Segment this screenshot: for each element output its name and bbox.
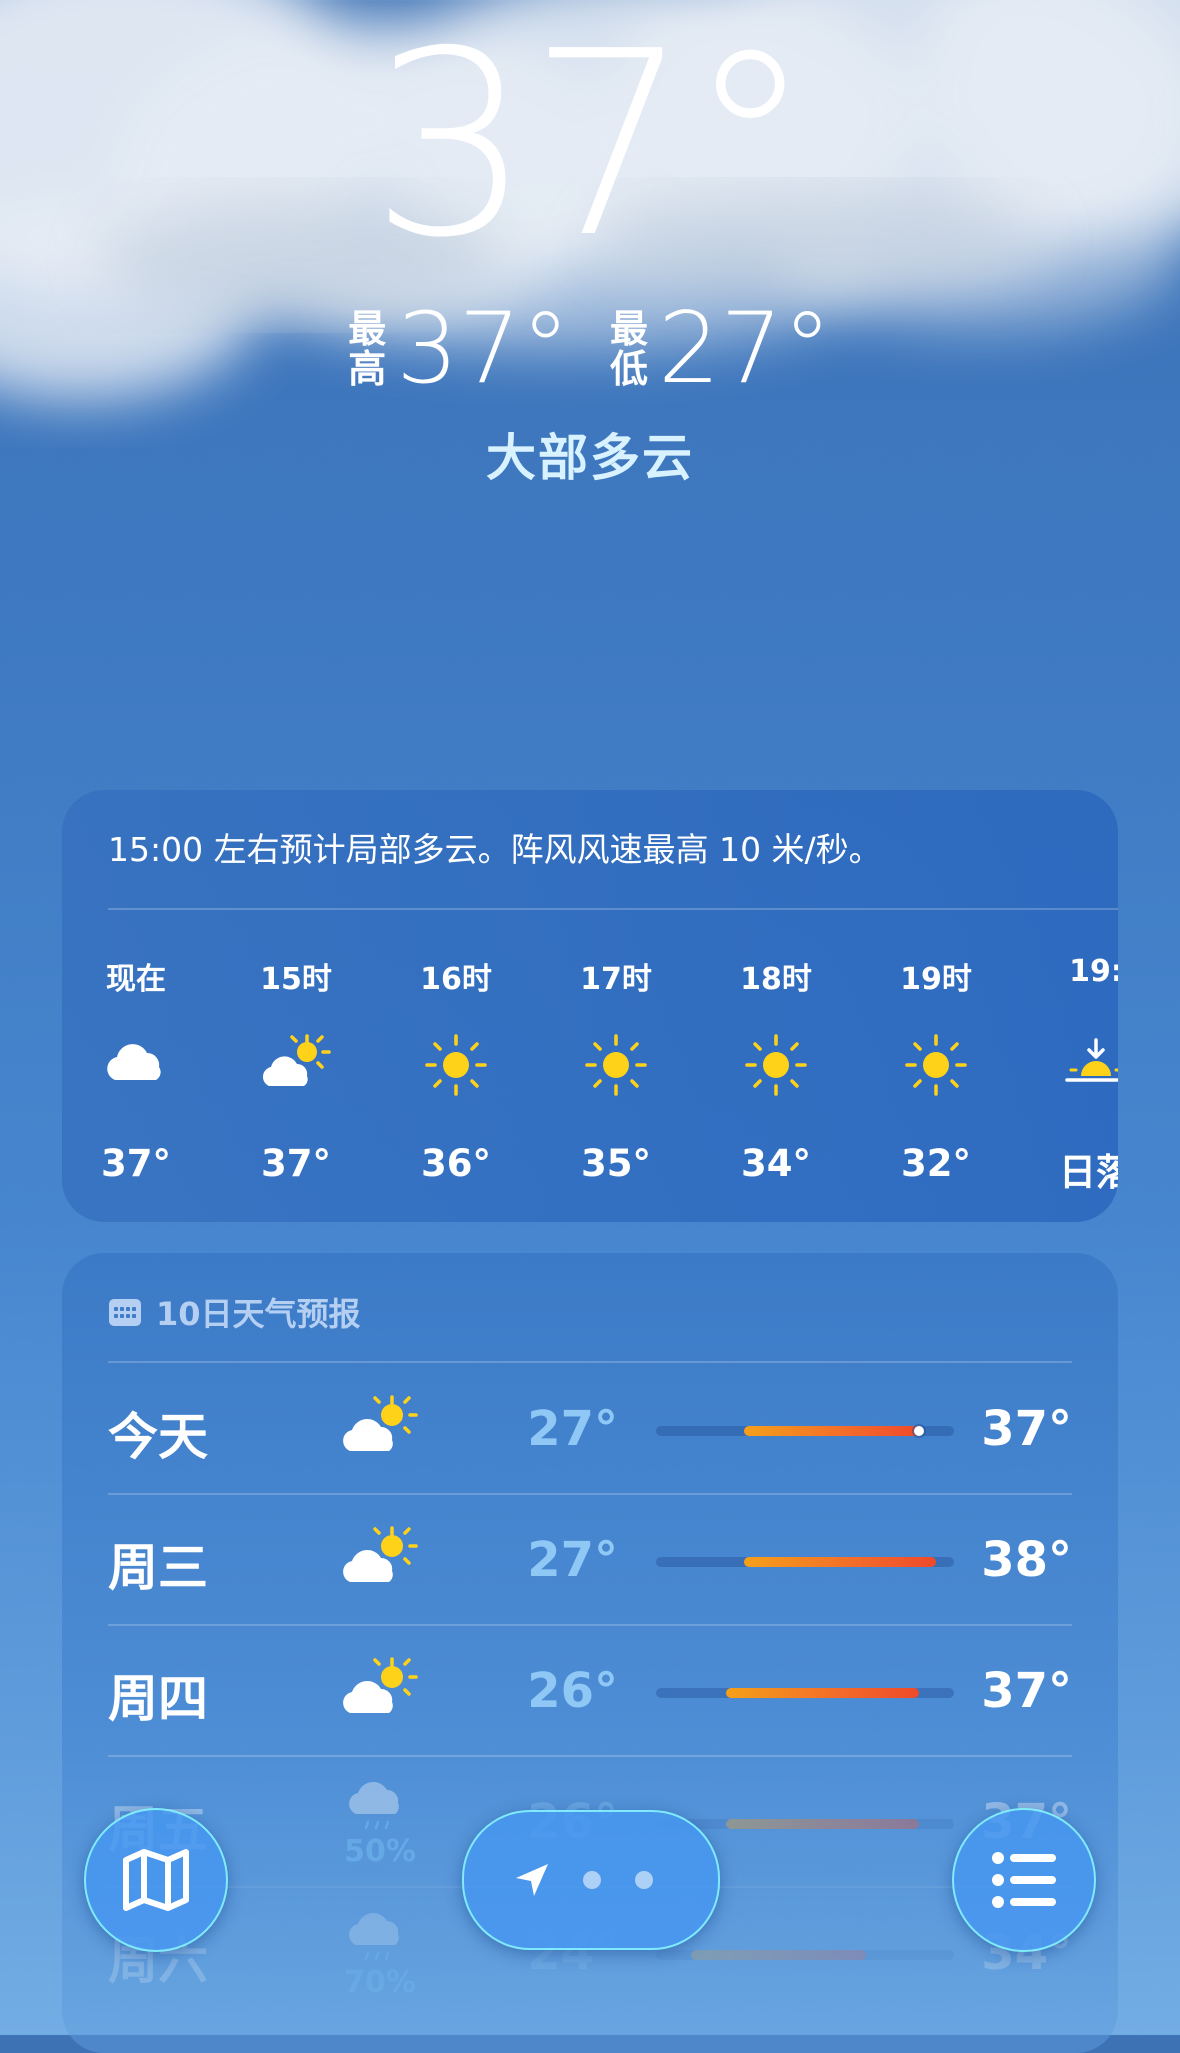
day-name: 今天: [108, 1408, 208, 1466]
high-label-char-1: 最: [348, 307, 387, 351]
forecast-row-thu[interactable]: 周四 26° 37°: [108, 1625, 1072, 1755]
forecast-title-text: 10日天气预报: [156, 1295, 361, 1333]
current-temp-marker: [913, 1426, 924, 1436]
condition-text: 大部多云: [486, 429, 694, 487]
low-label-char-2: 低: [610, 347, 649, 391]
partly-sunny-icon: [343, 1395, 418, 1451]
hour-temp: 37°: [261, 1142, 331, 1185]
map-button[interactable]: [84, 1808, 228, 1952]
page-dot[interactable]: [582, 1870, 602, 1890]
hourly-divider: [108, 908, 1118, 910]
hour-temp: 35°: [581, 1142, 651, 1185]
day-high: 37°: [981, 1401, 1072, 1457]
hour-item: 19时 32°: [866, 930, 1006, 1220]
hourly-scroll[interactable]: 现在 37° 15时 37° 16时 36° 17时 35° 18时 34° 1…: [62, 930, 1118, 1220]
hour-temp: 32°: [901, 1142, 971, 1185]
map-icon: [123, 1849, 189, 1911]
rain-cloud-icon: [349, 1782, 399, 1830]
temp-range-bar: [656, 1688, 954, 1698]
temp-range-fill: [726, 1819, 919, 1829]
hour-time: 19时: [900, 962, 972, 997]
temp-range-bar: [656, 1819, 954, 1829]
cloud-icon: [107, 1044, 161, 1080]
forecast-row-today[interactable]: 今天 27° 37°: [108, 1363, 1072, 1493]
temp-range-fill: [743, 1426, 919, 1436]
forecast-title: 10日天气预报: [108, 1289, 361, 1335]
precipitation-chance: 50%: [344, 1834, 416, 1869]
hourly-summary: 15:00 左右预计局部多云。阵风风速最高 10 米/秒。: [108, 830, 882, 869]
temp-range-bar: [656, 1950, 954, 1960]
low-label-char-1: 最: [610, 307, 649, 351]
list-icon: [992, 1852, 1056, 1908]
city-list-button[interactable]: [952, 1808, 1096, 1952]
hour-item: 现在 37°: [66, 930, 206, 1220]
temp-range-fill: [726, 1688, 919, 1698]
hour-item: 16时 36°: [386, 930, 526, 1220]
high-value: 37°: [396, 292, 570, 406]
high-label-char-2: 高: [348, 347, 387, 391]
hour-temp: 37°: [101, 1142, 171, 1185]
precipitation-chance: 70%: [344, 1965, 416, 2000]
high-label: 最 高: [348, 309, 386, 389]
hour-item: 17时 35°: [546, 930, 686, 1220]
day-low: 27°: [527, 1532, 618, 1588]
rain-cloud-icon: [349, 1913, 399, 1961]
hour-time: 16时: [420, 962, 492, 997]
low-label: 最 低: [610, 309, 648, 389]
temp-range-fill: [743, 1557, 937, 1567]
hour-item: 15时 37°: [226, 930, 366, 1220]
page-dot[interactable]: [634, 1870, 654, 1890]
hour-time: 19:: [1069, 954, 1118, 989]
temp-range-bar: [656, 1557, 954, 1567]
location-arrow-icon[interactable]: [512, 1860, 552, 1900]
forecast-row-wed[interactable]: 周三 27° 38°: [108, 1494, 1072, 1624]
day-high: 38°: [981, 1532, 1072, 1588]
partly-sunny-icon: [343, 1657, 418, 1713]
current-temperature: 37°: [370, 0, 814, 294]
page-indicator[interactable]: [462, 1810, 720, 1950]
day-name: 周四: [108, 1670, 208, 1728]
day-high: 37°: [981, 1663, 1072, 1719]
temp-range-fill: [691, 1950, 867, 1960]
hour-time: 15时: [260, 962, 332, 997]
sunset-icon: [1065, 1038, 1118, 1082]
sun-icon: [745, 1034, 807, 1096]
partly-sunny-icon: [343, 1526, 418, 1582]
hourly-forecast-card[interactable]: 15:00 左右预计局部多云。阵风风速最高 10 米/秒。 现在 37° 15时…: [62, 790, 1118, 1222]
hour-time: 17时: [580, 962, 652, 997]
high-group: 最 高 37°: [348, 300, 570, 398]
sun-icon: [905, 1034, 967, 1096]
low-group: 最 低 27°: [610, 300, 832, 398]
hour-item: 18时 34°: [706, 930, 846, 1220]
calendar-icon: [109, 1299, 141, 1326]
hour-item: 19: 日落: [1026, 930, 1118, 1220]
hour-time: 现在: [106, 962, 166, 997]
current-weather-header: 37° 最 高 37° 最 低 27° 大部多云: [0, 0, 1180, 500]
low-value: 27°: [658, 292, 832, 406]
partly-sunny-icon: [262, 1034, 331, 1086]
day-low: 27°: [527, 1401, 618, 1457]
hour-temp: 日落: [1059, 1151, 1118, 1194]
temp-range-bar: [656, 1426, 954, 1436]
high-low-row: 最 高 37° 最 低 27°: [0, 300, 1180, 398]
day-low: 26°: [527, 1663, 618, 1719]
sun-icon: [425, 1034, 487, 1096]
hour-temp: 36°: [421, 1142, 491, 1185]
sun-icon: [585, 1034, 647, 1096]
day-name: 周三: [108, 1539, 208, 1597]
hour-temp: 34°: [741, 1142, 811, 1185]
hour-time: 18时: [740, 962, 812, 997]
